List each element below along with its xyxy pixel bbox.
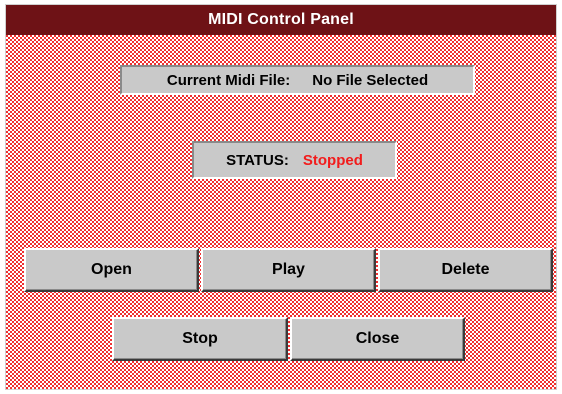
stop-button[interactable]: Stop: [112, 317, 288, 361]
window-title: MIDI Control Panel: [6, 5, 556, 35]
play-button[interactable]: Play: [201, 248, 376, 292]
midi-control-panel-window: MIDI Control Panel Current Midi File: No…: [5, 4, 557, 390]
status-label: STATUS:: [226, 151, 289, 169]
current-file-panel: Current Midi File: No File Selected: [120, 65, 475, 95]
status-value: Stopped: [302, 151, 363, 169]
current-file-value: No File Selected: [312, 71, 429, 89]
delete-button[interactable]: Delete: [378, 248, 553, 292]
close-button[interactable]: Close: [290, 317, 465, 361]
status-panel: STATUS: Stopped: [192, 141, 397, 179]
current-file-label: Current Midi File:: [166, 71, 291, 89]
open-button[interactable]: Open: [24, 248, 199, 292]
